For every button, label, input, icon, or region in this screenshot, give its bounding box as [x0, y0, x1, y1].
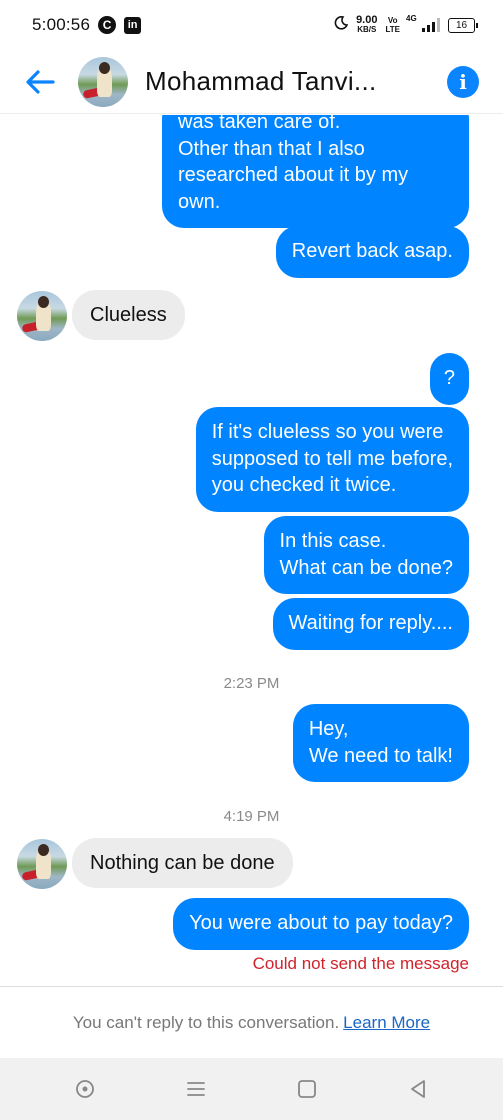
outgoing-message-failed[interactable]: You were about to pay today? — [173, 898, 469, 950]
reply-disabled-notice: You can't reply to this conversation. Le… — [0, 986, 503, 1058]
outgoing-message[interactable]: If it's clueless so you were supposed to… — [195, 407, 469, 512]
notice-text: You can't reply to this conversation. — [72, 1012, 340, 1032]
status-time: 5:00:56 — [32, 15, 91, 34]
volte-icon: Vo LTE — [385, 16, 400, 34]
contact-avatar[interactable] — [78, 56, 128, 107]
incoming-message[interactable]: Nothing can be done — [72, 838, 293, 888]
send-error-text[interactable]: Could not send the message — [253, 954, 469, 974]
outgoing-message[interactable]: In this case. What can be done? — [263, 516, 469, 594]
contact-avatar-small[interactable] — [17, 839, 67, 889]
battery-icon: 16 — [448, 17, 478, 33]
system-navigation-bar — [0, 1058, 503, 1120]
message-list[interactable]: was taken care of. Other than that I als… — [0, 115, 503, 985]
outgoing-message[interactable]: ? — [429, 353, 469, 405]
back-triangle-icon[interactable] — [396, 1067, 440, 1111]
signal-strength-icon: 4G — [406, 14, 440, 32]
home-square-icon[interactable] — [285, 1067, 329, 1111]
linkedin-icon: in — [124, 16, 142, 34]
status-bar: 5:00:56 C in 9.00 KB/S Vo LTE 4G 16 — [0, 0, 503, 50]
contact-name[interactable]: Mohammad Tanvi... — [145, 66, 377, 97]
assistant-circle-icon[interactable] — [63, 1067, 107, 1111]
contact-avatar-small[interactable] — [17, 291, 67, 341]
incoming-message[interactable]: Clueless — [72, 290, 185, 340]
outgoing-message[interactable]: Revert back asap. — [275, 226, 469, 278]
c-icon: C — [98, 16, 117, 34]
timestamp: 4:19 PM — [223, 808, 280, 825]
outgoing-message[interactable]: Waiting for reply.... — [272, 598, 469, 650]
outgoing-message[interactable]: Hey, We need to talk! — [292, 704, 469, 782]
do-not-disturb-moon-icon — [334, 16, 349, 34]
conversation-header: Mohammad Tanvi... i — [0, 50, 503, 114]
timestamp: 2:23 PM — [223, 675, 280, 692]
learn-more-link[interactable]: Learn More — [343, 1013, 430, 1033]
recents-menu-icon[interactable] — [174, 1067, 218, 1111]
network-speed: 9.00 KB/S — [356, 14, 378, 35]
back-arrow-icon[interactable] — [20, 62, 60, 102]
outgoing-message[interactable]: was taken care of. Other than that I als… — [162, 115, 469, 228]
info-icon[interactable]: i — [447, 65, 479, 98]
